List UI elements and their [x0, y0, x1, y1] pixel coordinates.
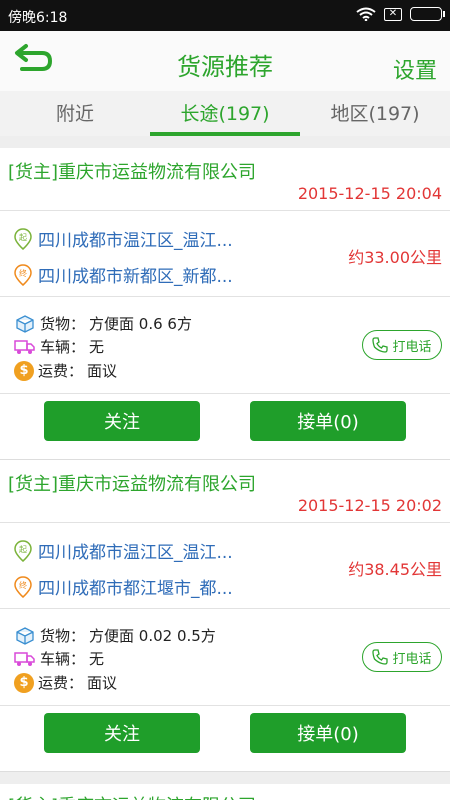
vehicle-label: 车辆： — [40, 650, 86, 668]
origin-pin-icon: 起 — [14, 227, 32, 250]
destination-pin-icon: 终 — [14, 575, 32, 598]
follow-button[interactable]: 关注 — [44, 713, 200, 753]
wifi-icon — [356, 7, 376, 21]
truck-icon — [14, 337, 36, 357]
call-button[interactable]: 打电话 — [362, 330, 442, 360]
box-icon — [14, 314, 36, 334]
route-section: 起 四川成都市温江区_温江... 终 四川成都市都江堰市_都... 约38.45… — [0, 523, 450, 609]
card-header: [货主]重庆市运益物流有限公司 2015-12-15 20:04 — [0, 148, 450, 211]
listing-card[interactable]: [货主]重庆市运益物流有限公司 — [0, 784, 450, 800]
status-time: 傍晚6:18 — [8, 10, 68, 26]
call-label: 打电话 — [392, 339, 432, 355]
cargo-label: 货物： — [40, 315, 86, 333]
truck-icon — [14, 649, 36, 669]
listing-card[interactable]: [货主]重庆市运益物流有限公司 2015-12-15 20:04 起 四川成都市… — [0, 148, 450, 460]
listing-list: [货主]重庆市运益物流有限公司 2015-12-15 20:04 起 四川成都市… — [0, 148, 450, 800]
phone-icon — [372, 649, 389, 665]
box-icon — [14, 626, 36, 646]
info-section: 货物： 方便面 0.02 0.5方 车辆： 无 $ 运费： 面议 打电话 — [0, 609, 450, 706]
origin-address: 四川成都市温江区_温江... — [38, 543, 233, 563]
tab-bar: 附近 长途(197) 地区(197) — [0, 91, 450, 136]
vehicle-value: 无 — [89, 338, 105, 356]
tab-nearby[interactable]: 附近 — [0, 91, 150, 136]
destination-line: 终 四川成都市都江堰市_都... — [14, 574, 233, 599]
accept-order-button[interactable]: 接单(0) — [250, 713, 406, 753]
svg-text:终: 终 — [19, 268, 27, 278]
company-name: [货主]重庆市运益物流有限公司 — [8, 474, 257, 495]
call-button[interactable]: 打电话 — [362, 642, 442, 672]
cargo-value: 方便面 0.6 6方 — [89, 315, 192, 333]
fee-value: 面议 — [87, 674, 118, 692]
phone-icon — [372, 337, 389, 353]
action-row: 关注 接单(0) — [0, 706, 450, 772]
status-bar: 傍晚6:18 ✕ — [0, 0, 450, 31]
fee-label: 运费： — [38, 674, 84, 692]
tab-region[interactable]: 地区(197) — [300, 91, 450, 136]
coin-icon: $ — [14, 360, 34, 381]
action-row: 关注 接单(0) — [0, 394, 450, 460]
post-date: 2015-12-15 20:04 — [297, 184, 442, 203]
vehicle-value: 无 — [89, 650, 105, 668]
company-name: [货主]重庆市运益物流有限公司 — [8, 792, 256, 800]
svg-text:起: 起 — [19, 233, 27, 242]
destination-address: 四川成都市新都区_新都... — [38, 267, 233, 287]
distance: 约38.45公里 — [348, 560, 442, 579]
origin-line: 起 四川成都市温江区_温江... — [14, 538, 233, 563]
origin-line: 起 四川成都市温江区_温江... — [14, 226, 233, 251]
origin-pin-icon: 起 — [14, 539, 32, 562]
post-date: 2015-12-15 20:02 — [297, 496, 442, 515]
vehicle-line: 车辆： 无 — [14, 648, 104, 669]
fee-value: 面议 — [87, 362, 118, 380]
destination-address: 四川成都市都江堰市_都... — [38, 579, 233, 599]
cargo-line: 货物： 方便面 0.6 6方 — [14, 313, 192, 334]
cargo-line: 货物： 方便面 0.02 0.5方 — [14, 625, 216, 646]
fee-label: 运费： — [38, 362, 84, 380]
route-section: 起 四川成都市温江区_温江... 终 四川成都市新都区_新都... 约33.00… — [0, 211, 450, 297]
svg-text:起: 起 — [19, 545, 27, 554]
info-section: 货物： 方便面 0.6 6方 车辆： 无 $ 运费： 面议 打电话 — [0, 297, 450, 394]
app-header: 货源推荐 设置 — [0, 31, 450, 91]
fee-line: $ 运费： 面议 — [14, 672, 117, 693]
settings-button[interactable]: 设置 — [393, 53, 437, 85]
vehicle-line: 车辆： 无 — [14, 336, 104, 357]
page-title: 货源推荐 — [177, 53, 273, 81]
vehicle-label: 车辆： — [40, 338, 86, 356]
status-icons: ✕ — [356, 7, 445, 21]
listing-card[interactable]: [货主]重庆市运益物流有限公司 2015-12-15 20:02 起 四川成都市… — [0, 460, 450, 772]
destination-line: 终 四川成都市新都区_新都... — [14, 262, 233, 287]
follow-button[interactable]: 关注 — [44, 401, 200, 441]
svg-text:终: 终 — [19, 580, 27, 590]
company-name: [货主]重庆市运益物流有限公司 — [8, 162, 257, 183]
origin-address: 四川成都市温江区_温江... — [38, 231, 233, 251]
card-header: [货主]重庆市运益物流有限公司 2015-12-15 20:02 — [0, 460, 450, 523]
cargo-value: 方便面 0.02 0.5方 — [89, 627, 216, 645]
destination-pin-icon: 终 — [14, 263, 32, 286]
distance: 约33.00公里 — [348, 248, 442, 267]
sim-icon: ✕ — [384, 7, 402, 21]
cargo-label: 货物： — [40, 627, 86, 645]
call-label: 打电话 — [392, 651, 432, 667]
coin-icon: $ — [14, 672, 34, 693]
tab-long-distance[interactable]: 长途(197) — [150, 91, 300, 136]
fee-line: $ 运费： 面议 — [14, 360, 117, 381]
accept-order-button[interactable]: 接单(0) — [250, 401, 406, 441]
battery-icon — [410, 7, 445, 21]
